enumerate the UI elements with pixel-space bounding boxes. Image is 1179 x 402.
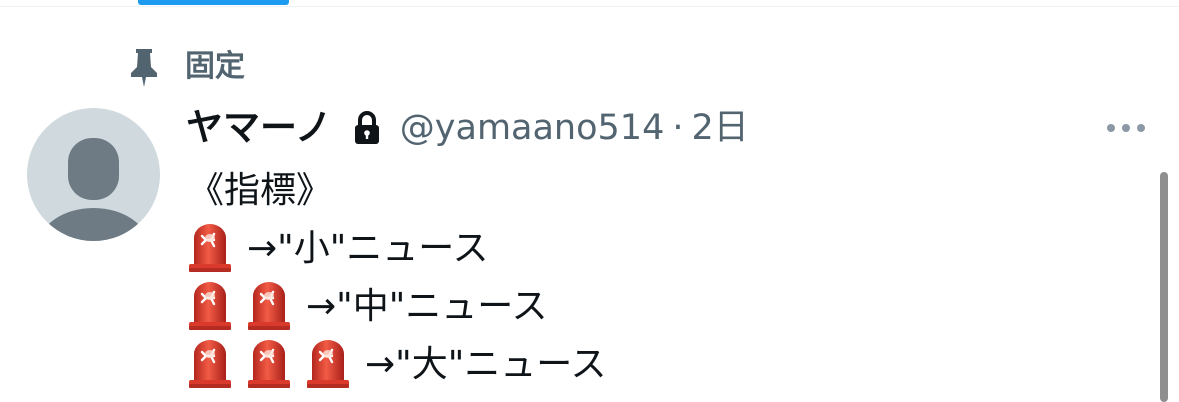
- tweet-line: 《指標》: [188, 162, 1128, 220]
- tweet-line-text: →"小"ニュース: [247, 228, 489, 269]
- tweet-screen: 固定 ヤマーノ @yamaano514 · 2日 《指標》 →"小"ニュース →…: [0, 0, 1179, 402]
- siren-icon: [306, 340, 350, 390]
- tab-bar-divider: [0, 6, 1179, 7]
- tweet-line: →"大"ニュース: [188, 336, 1128, 394]
- author-display-name[interactable]: ヤマーノ: [186, 103, 332, 153]
- lock-icon: [350, 108, 384, 148]
- tweet-text: 《指標》 →"小"ニュース →"中"ニュース →"大"ニュース: [188, 162, 1128, 394]
- siren-icon: [188, 340, 232, 390]
- pinned-label: 固定: [185, 49, 245, 84]
- more-options-button[interactable]: [1100, 112, 1152, 144]
- tweet-timestamp[interactable]: 2日: [691, 103, 748, 153]
- pinned-indicator: 固定: [124, 47, 245, 87]
- more-options-icon: [1105, 119, 1147, 138]
- avatar[interactable]: [27, 108, 160, 241]
- pin-icon: [124, 47, 164, 87]
- tweet-line: →"中"ニュース: [188, 278, 1128, 336]
- siren-icon: [188, 282, 232, 332]
- header-separator: ·: [672, 108, 684, 148]
- tweet-line-text: 《指標》: [188, 170, 333, 211]
- tweet-header: ヤマーノ @yamaano514 · 2日: [186, 103, 749, 153]
- tweet-line-text: →"中"ニュース: [306, 286, 548, 327]
- tweet-line: →"小"ニュース: [188, 220, 1128, 278]
- active-tab-indicator: [138, 0, 289, 5]
- author-handle[interactable]: @yamaano514: [400, 103, 665, 153]
- scrollbar[interactable]: [1160, 172, 1168, 402]
- siren-icon: [188, 224, 232, 274]
- siren-icon: [247, 340, 291, 390]
- siren-icon: [247, 282, 291, 332]
- tweet-line-text: →"大"ニュース: [365, 344, 607, 385]
